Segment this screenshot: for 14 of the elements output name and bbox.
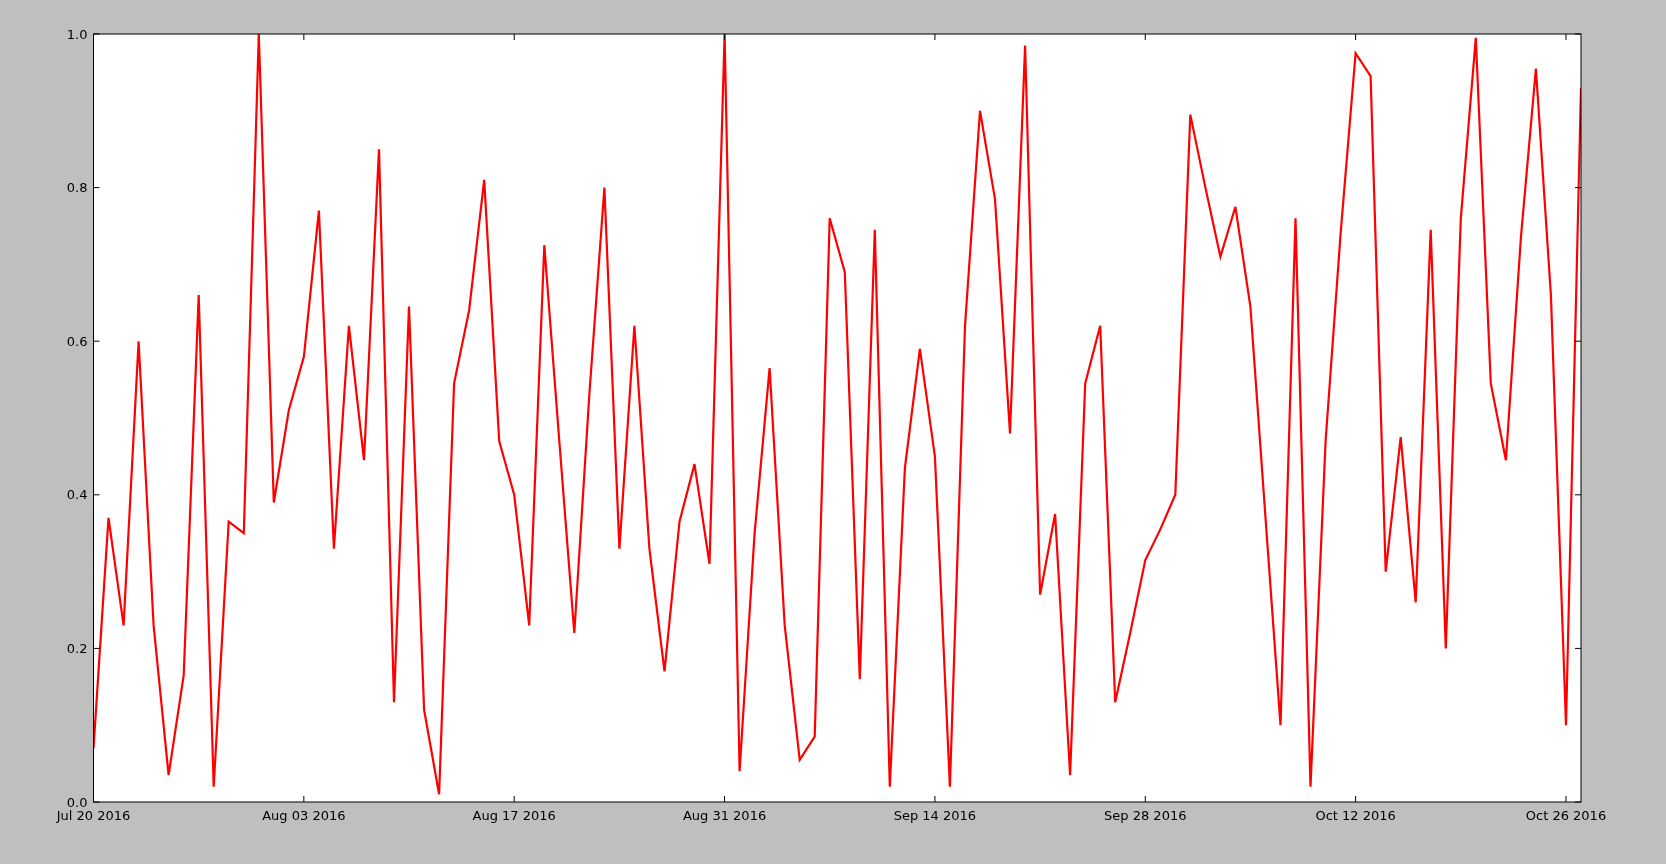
x-tick-label: Aug 31 2016 — [682, 808, 767, 823]
y-tick-label: 0.6 — [66, 333, 88, 349]
y-tick-label: 0.4 — [66, 487, 88, 503]
y-tick-label: 0.2 — [66, 640, 88, 656]
x-tick-label: Aug 17 2016 — [472, 808, 556, 823]
y-tick-label: 0.0 — [66, 794, 88, 810]
x-tick-label: Sep 14 2016 — [893, 808, 977, 823]
x-tick-label: Sep 28 2016 — [1104, 808, 1187, 823]
x-tick-label: Jul 20 2016 — [56, 808, 131, 823]
x-tick-label: Aug 03 2016 — [262, 808, 346, 823]
y-tick-label: 1.0 — [66, 26, 88, 42]
x-tick-label: Oct 12 2016 — [1315, 808, 1396, 823]
y-tick-label: 0.8 — [66, 180, 88, 196]
x-tick-label: Oct 26 2016 — [1525, 808, 1607, 823]
